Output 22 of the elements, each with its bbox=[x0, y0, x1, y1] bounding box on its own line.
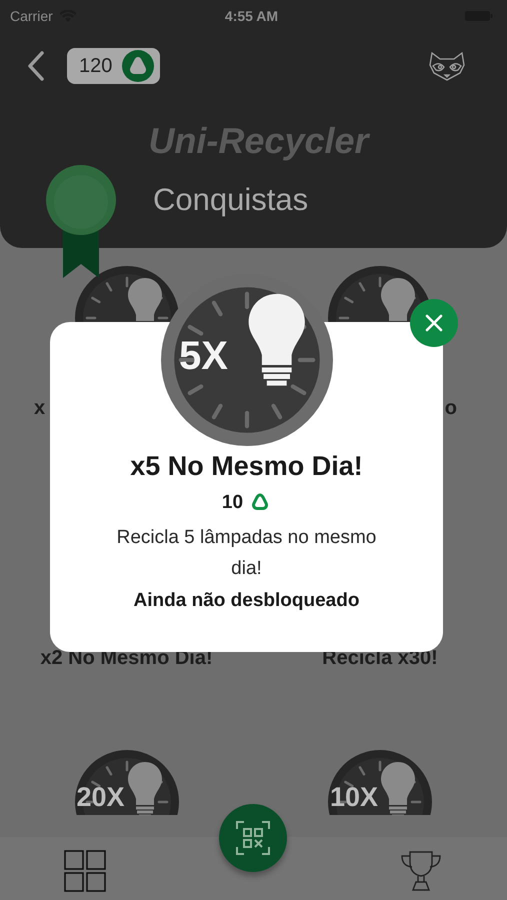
qr-scan-button[interactable] bbox=[218, 804, 286, 872]
trophy-icon[interactable] bbox=[399, 850, 443, 892]
points-value: 120 bbox=[79, 54, 112, 78]
reward-value: 10 bbox=[222, 492, 244, 514]
ribbon-icon bbox=[45, 164, 117, 278]
close-button[interactable] bbox=[410, 299, 458, 347]
achievement-label: x bbox=[34, 396, 46, 421]
achievement-label: o bbox=[444, 396, 457, 421]
page-title: Conquistas bbox=[153, 182, 308, 218]
time-label: 4:55 AM bbox=[224, 8, 278, 24]
achievement-description: Recicla 5 lâmpadas no mesmo dia! bbox=[116, 526, 378, 581]
badge-text: 20X bbox=[76, 782, 125, 813]
carrier-label: Carrier bbox=[10, 8, 53, 24]
unlock-status: Ainda não desbloqueado bbox=[134, 590, 360, 612]
raccoon-icon bbox=[427, 51, 467, 81]
badge-text: 5X bbox=[179, 334, 228, 379]
badge-text: 10X bbox=[330, 782, 378, 813]
back-button[interactable] bbox=[26, 50, 46, 82]
achievement-title: x5 No Mesmo Dia! bbox=[130, 451, 363, 482]
close-icon bbox=[424, 313, 444, 333]
grid-icon[interactable] bbox=[64, 850, 106, 892]
qr-code-icon bbox=[234, 820, 270, 856]
